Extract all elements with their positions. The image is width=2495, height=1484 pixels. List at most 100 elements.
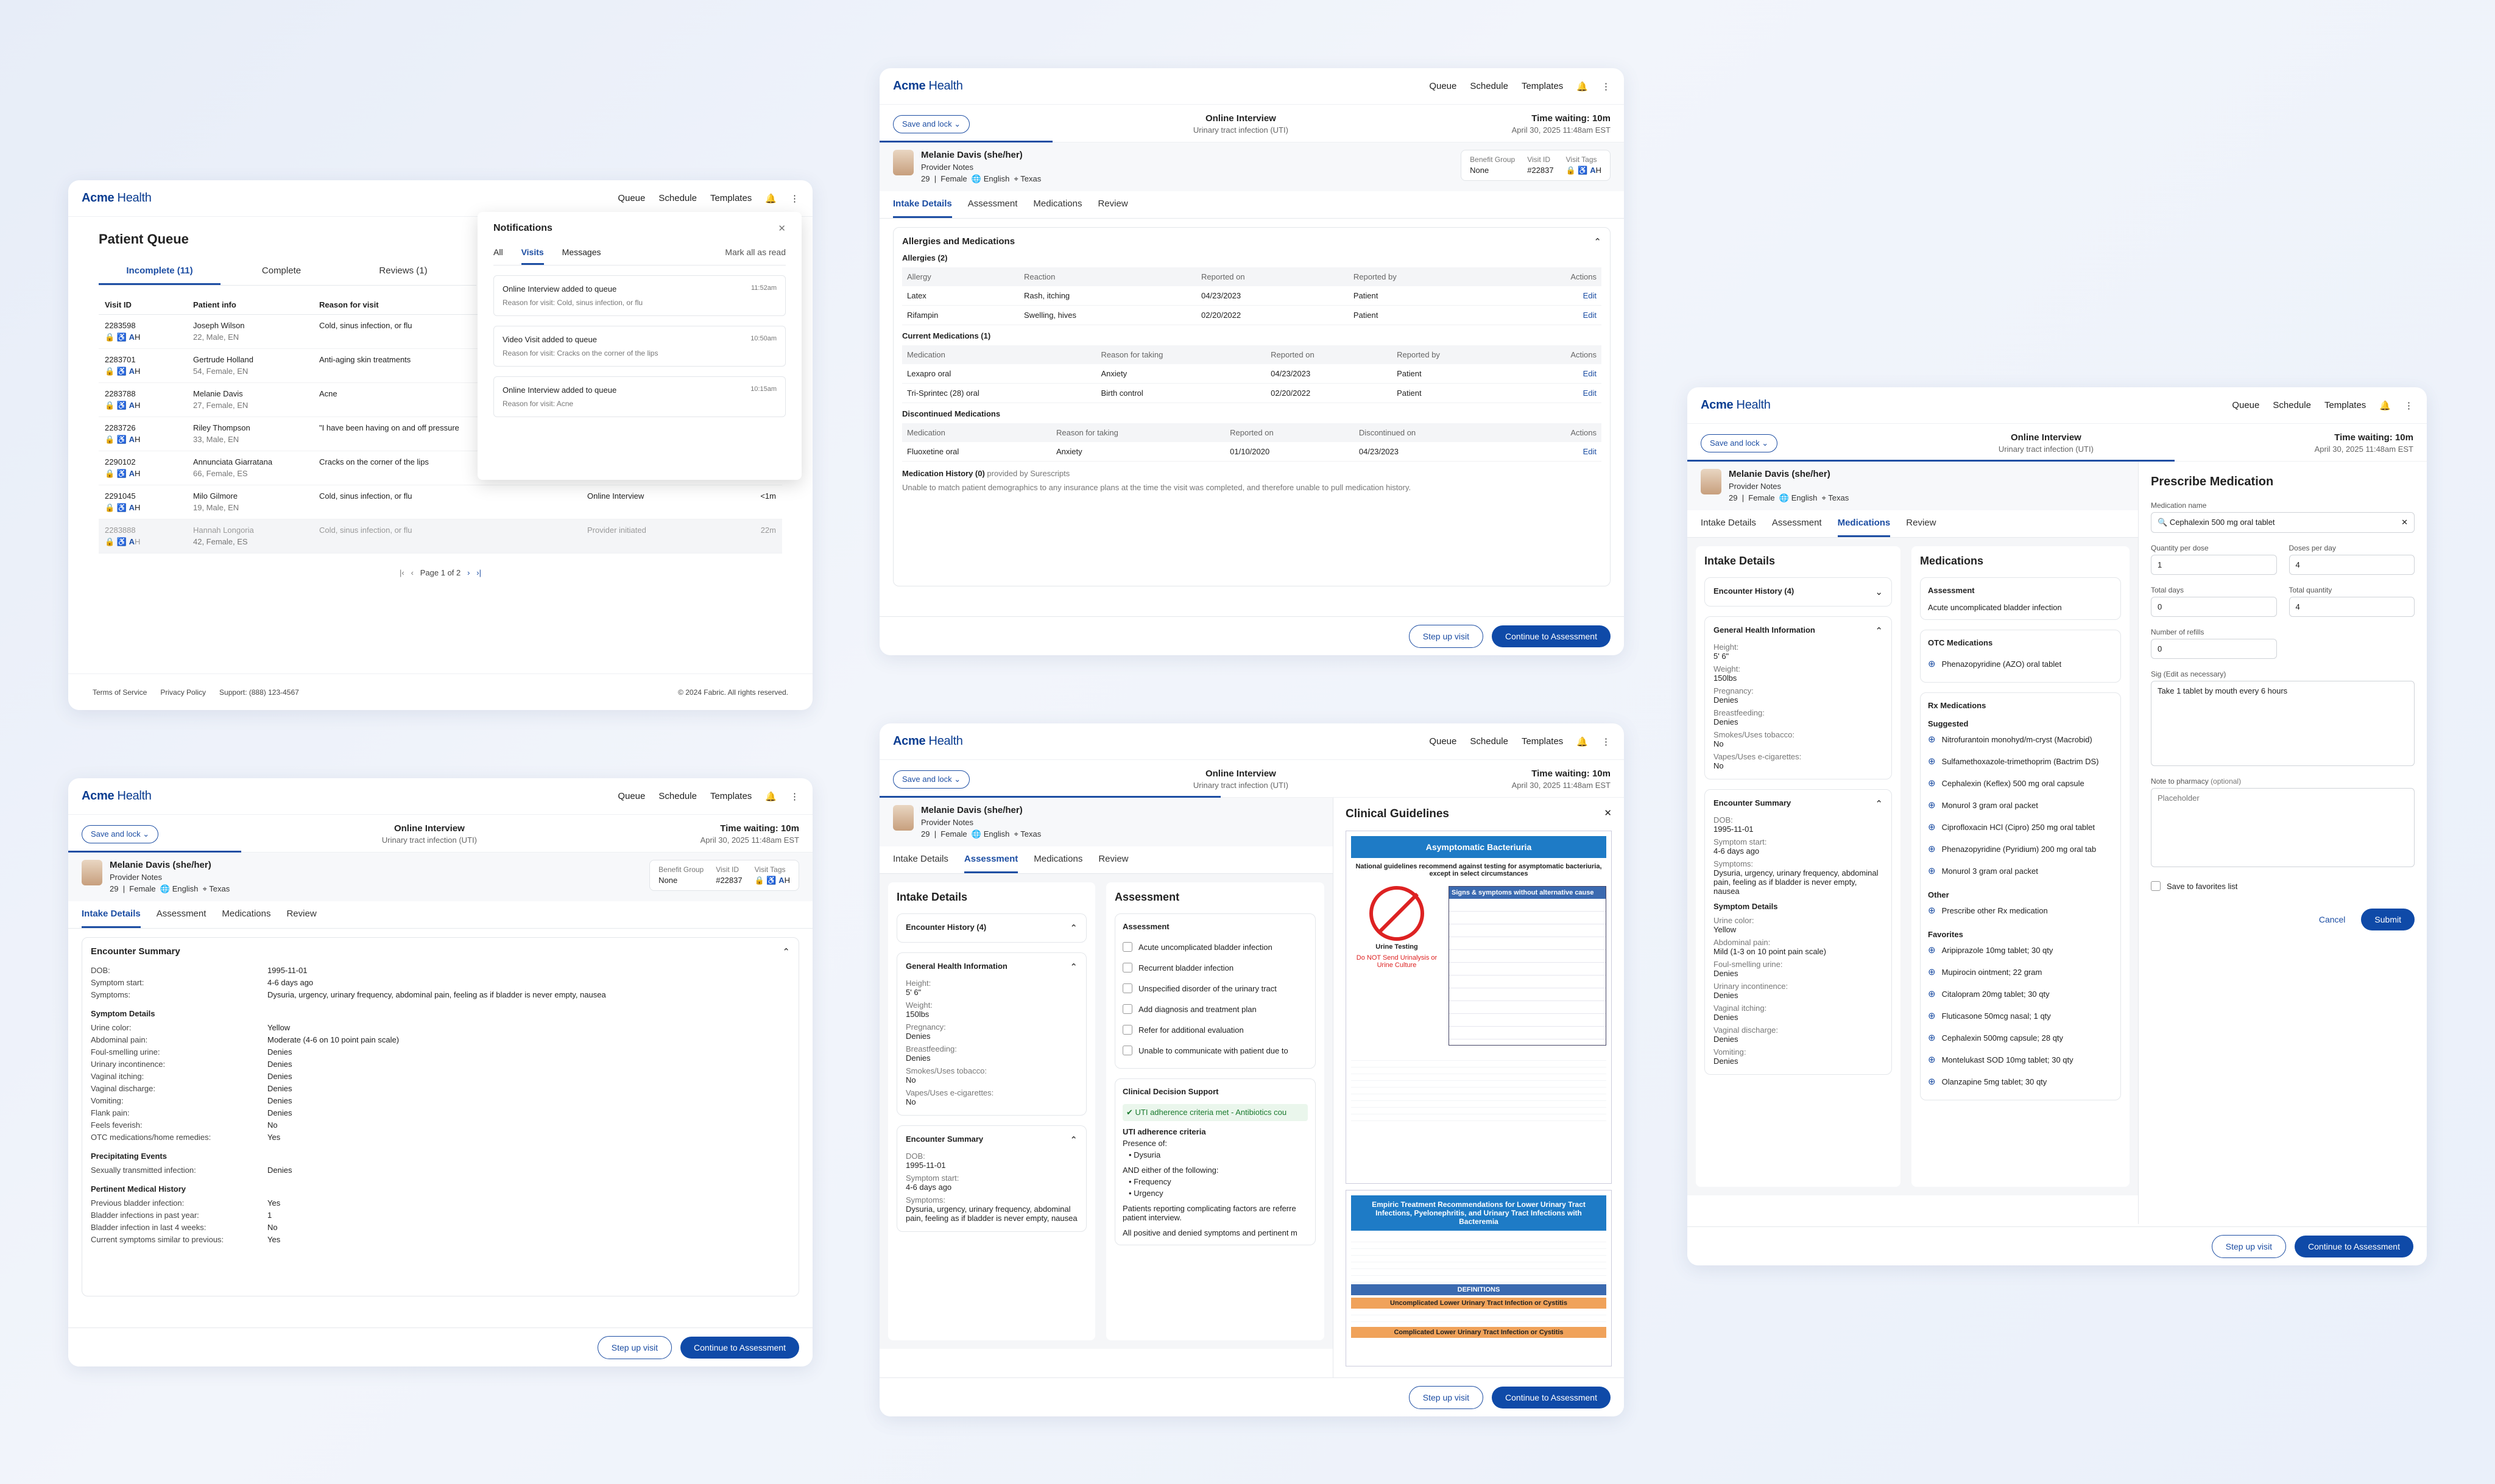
table-row[interactable]: 2291045 🔒 ♿ AH Milo Gilmore 19, Male, EN Col… [99,485,782,519]
tab-intake[interactable]: Intake Details [1701,510,1756,537]
collapse-icon[interactable]: ⌃ [1593,236,1601,247]
tab-medications[interactable]: Medications [1033,191,1082,218]
add-icon[interactable]: ⊕ [1928,1076,1936,1087]
save-and-lock-button[interactable]: Save and lock ⌄ [893,114,970,133]
tab-assessment[interactable]: Assessment [157,901,206,928]
add-icon[interactable]: ⊕ [1928,988,1936,999]
brand-logo[interactable]: Acme Health [82,191,152,205]
brand-logo[interactable]: Acme Health [893,734,963,748]
more-icon[interactable]: ⋮ [1601,81,1611,92]
tab-intake[interactable]: Intake Details [893,191,952,218]
next-page-icon[interactable]: › [467,568,470,577]
tab-review[interactable]: Review [1098,846,1128,873]
add-icon[interactable]: ⊕ [1928,778,1936,789]
notification-item[interactable]: Online Interview added to queue 11:52am Re… [493,275,786,316]
provider-notes[interactable]: Provider Notes [921,818,1041,827]
continue-button[interactable]: Continue to Assessment [2295,1235,2413,1257]
add-medication-item[interactable]: ⊕ Aripiprazole 10mg tablet; 30 qty [1928,939,2113,961]
add-medication-item[interactable]: ⊕ Prescribe other Rx medication [1928,899,2113,921]
step-up-button[interactable]: Step up visit [597,1335,672,1359]
prev-page-icon[interactable]: ‹ [411,568,414,577]
tab-medications[interactable]: Medications [222,901,270,928]
add-medication-item[interactable]: ⊕ Mupirocin ointment; 22 gram [1928,961,2113,983]
continue-button[interactable]: Continue to Assessment [1492,625,1611,647]
bell-icon[interactable]: 🔔 [2379,400,2391,411]
clear-icon[interactable]: ✕ [2401,518,2408,527]
add-icon[interactable]: ⊕ [1928,756,1936,767]
add-icon[interactable]: ⊕ [1928,658,1936,669]
add-medication-item[interactable]: ⊕ Monurol 3 gram oral packet [1928,860,2113,882]
brand-logo[interactable]: Acme Health [1701,398,1771,412]
add-icon[interactable]: ⊕ [1928,821,1936,832]
footer-terms[interactable]: Terms of Service [93,688,147,697]
collapse-icon[interactable]: ⌃ [782,946,790,957]
brand-logo[interactable]: Acme Health [893,79,963,93]
add-icon[interactable]: ⊕ [1928,1054,1936,1065]
assessment-checkbox[interactable]: Refer for additional evaluation [1123,1019,1308,1040]
nav-queue[interactable]: Queue [618,193,645,203]
add-icon[interactable]: ⊕ [1928,1032,1936,1043]
pharmacy-note-textarea[interactable]: Placeholder [2151,788,2415,867]
first-page-icon[interactable]: |‹ [400,568,404,577]
tab-complete[interactable]: Complete [221,258,342,285]
tab-assessment[interactable]: Assessment [964,846,1018,873]
assessment-checkbox[interactable]: Unspecified disorder of the urinary trac… [1123,978,1308,999]
edit-link[interactable]: Edit [1499,305,1601,325]
add-medication-item[interactable]: ⊕ Monurol 3 gram oral packet [1928,794,2113,816]
step-up-button[interactable]: Step up visit [1408,624,1484,648]
medication-name-input[interactable]: 🔍 Cephalexin 500 mg oral tablet ✕ [2151,512,2415,533]
edit-link[interactable]: Edit [1499,286,1601,306]
add-medication-item[interactable]: ⊕ Fluticasone 50mcg nasal; 1 qty [1928,1005,2113,1027]
notification-item[interactable]: Video Visit added to queue 10:50am Reason … [493,326,786,367]
step-up-button[interactable]: Step up visit [2211,1234,2287,1258]
footer-support[interactable]: Support: (888) 123-4567 [219,688,299,697]
cancel-button[interactable]: Cancel [2319,915,2346,924]
add-icon[interactable]: ⊕ [1928,944,1936,955]
add-icon[interactable]: ⊕ [1928,966,1936,977]
bell-icon[interactable]: 🔔 [1576,736,1588,747]
nav-queue[interactable]: Queue [1429,736,1456,747]
edit-link[interactable]: Edit [1517,383,1601,403]
nav-schedule[interactable]: Schedule [658,193,697,203]
favorites-checkbox[interactable]: Save to favorites list [2151,876,2415,896]
tab-incomplete[interactable]: Incomplete (11) [99,258,221,285]
assessment-checkbox[interactable]: Acute uncomplicated bladder infection [1123,937,1308,957]
tab-reviews[interactable]: Reviews (1) [342,258,464,285]
more-icon[interactable]: ⋮ [2404,400,2413,411]
add-icon[interactable]: ⊕ [1928,865,1936,876]
nav-schedule[interactable]: Schedule [2273,400,2311,410]
tab-medications[interactable]: Medications [1034,846,1082,873]
tab-intake[interactable]: Intake Details [82,901,141,928]
total-days-input[interactable]: 0 [2151,597,2277,617]
add-icon[interactable]: ⊕ [1928,800,1936,811]
tab-assessment[interactable]: Assessment [968,191,1018,218]
tab-assessment[interactable]: Assessment [1772,510,1822,537]
add-icon[interactable]: ⊕ [1928,905,1936,916]
assessment-checkbox[interactable]: Add diagnosis and treatment plan [1123,999,1308,1019]
sig-textarea[interactable]: Take 1 tablet by mouth every 6 hours [2151,681,2415,766]
notification-item[interactable]: Online Interview added to queue 10:15am Re… [493,376,786,417]
tab-review[interactable]: Review [286,901,316,928]
more-icon[interactable]: ⋮ [1601,736,1611,747]
provider-notes[interactable]: Provider Notes [110,873,230,882]
encounter-history-toggle[interactable]: Encounter History (4) ⌄ [1704,577,1892,607]
table-row[interactable]: 2283888 🔒 ♿ AH Hannah Longoria 42, Female, … [99,519,782,554]
refills-input[interactable]: 0 [2151,639,2277,659]
nav-queue[interactable]: Queue [618,791,645,801]
close-icon[interactable]: ✕ [1604,807,1612,821]
quantity-input[interactable]: 1 [2151,555,2277,575]
notif-tab-all[interactable]: All [493,247,503,265]
nav-schedule[interactable]: Schedule [1470,736,1508,747]
assessment-checkbox[interactable]: Recurrent bladder infection [1123,957,1308,978]
add-medication-item[interactable]: ⊕ Cephalexin (Keflex) 500 mg oral capsule [1928,772,2113,794]
save-and-lock-button[interactable]: Save and lock ⌄ [82,825,159,843]
assessment-checkbox[interactable]: Unable to communicate with patient due t… [1123,1040,1308,1061]
encounter-history-toggle[interactable]: Encounter History (4) ⌃ [897,913,1087,943]
nav-templates[interactable]: Templates [2324,400,2366,410]
bell-icon[interactable]: 🔔 [765,193,777,204]
add-medication-item[interactable]: ⊕ Cephalexin 500mg capsule; 28 qty [1928,1027,2113,1049]
close-icon[interactable]: ✕ [778,223,786,234]
add-medication-item[interactable]: ⊕ Montelukast SOD 10mg tablet; 30 qty [1928,1049,2113,1071]
nav-schedule[interactable]: Schedule [658,791,697,801]
nav-schedule[interactable]: Schedule [1470,81,1508,91]
